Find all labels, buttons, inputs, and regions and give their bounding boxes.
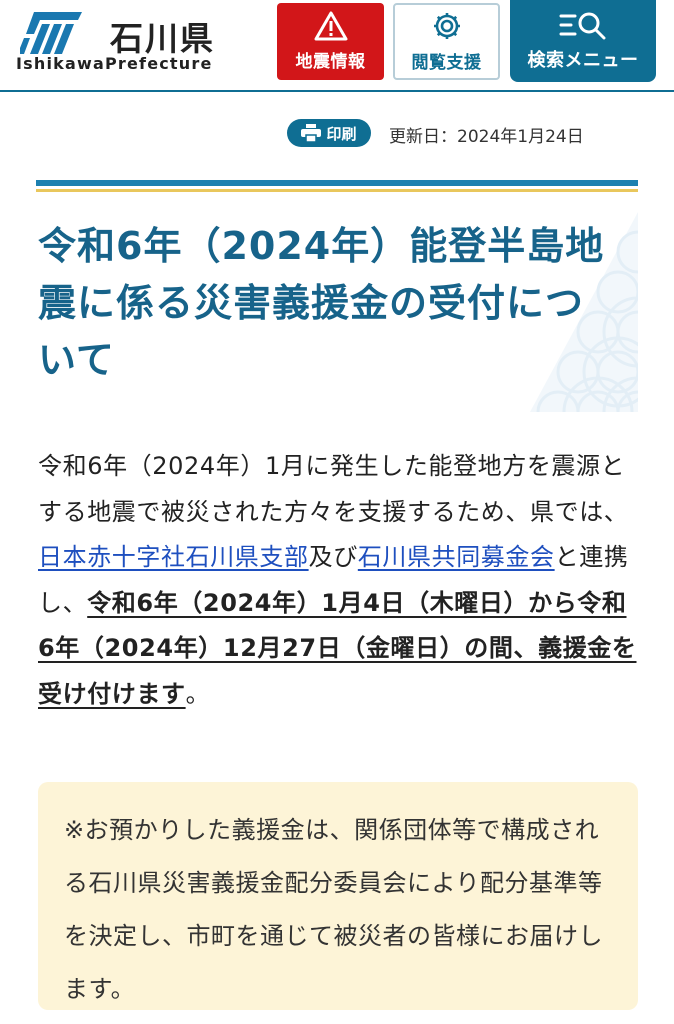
community-chest-link[interactable]: 石川県共同募金会	[358, 543, 555, 571]
article-title-block: 令和6年（2024年）能登半島地震に係る災害義援金の受付について	[36, 180, 638, 412]
menu-search-icon	[559, 12, 606, 40]
logo-english-name: IshikawaPrefecture	[16, 54, 213, 73]
printer-icon	[301, 124, 322, 142]
gear-icon	[433, 13, 460, 39]
body-text-part1: 令和6年（2024年）1月に発生した能登地方を震源とする地震で被災された方々を支…	[38, 452, 629, 526]
print-label: 印刷	[326, 124, 357, 143]
logo-japanese-name: 石川県	[110, 19, 215, 58]
notice-text: ※お預かりした義援金は、関係団体等で構成される石川県災害義援金配分委員会により配…	[64, 816, 603, 1003]
body-text-part2: 及び	[308, 543, 358, 571]
search-menu-label: 検索メニュー	[527, 50, 639, 71]
article-body: 令和6年（2024年）1月に発生した能登地方を震源とする地震で被災された方々を支…	[38, 444, 638, 717]
search-menu-button[interactable]: 検索メニュー	[510, 0, 656, 82]
body-text-part4: 。	[185, 679, 211, 708]
notice-box: ※お預かりした義援金は、関係団体等で構成される石川県災害義援金配分委員会により配…	[38, 782, 638, 1010]
prefecture-emblem-icon	[20, 12, 82, 54]
title-top-rule	[36, 180, 638, 186]
earthquake-info-button[interactable]: 地震情報	[277, 3, 384, 80]
accessibility-button[interactable]: 閲覧支援	[393, 3, 500, 80]
page-title: 令和6年（2024年）能登半島地震に係る災害義援金の受付について	[38, 224, 605, 382]
site-header: 石川県 IshikawaPrefecture 地震情報 閲覧支援 検索メニュー	[0, 0, 674, 92]
warning-triangle-icon	[314, 11, 347, 41]
acceptance-period-emphasis: 令和6年（2024年）1月4日（木曜日）から令和6年（2024年）12月27日（…	[38, 588, 637, 708]
site-logo[interactable]: 石川県 IshikawaPrefecture	[16, 10, 226, 76]
title-accent-rule	[36, 189, 638, 192]
updated-date: 更新日：2024年1月24日	[389, 127, 584, 147]
utility-row: 印刷 更新日：2024年1月24日	[0, 116, 674, 156]
red-cross-ishikawa-link[interactable]: 日本赤十字社石川県支部	[38, 543, 309, 571]
accessibility-label: 閲覧支援	[411, 53, 482, 73]
print-button[interactable]: 印刷	[287, 119, 371, 147]
earthquake-info-label: 地震情報	[295, 52, 366, 72]
